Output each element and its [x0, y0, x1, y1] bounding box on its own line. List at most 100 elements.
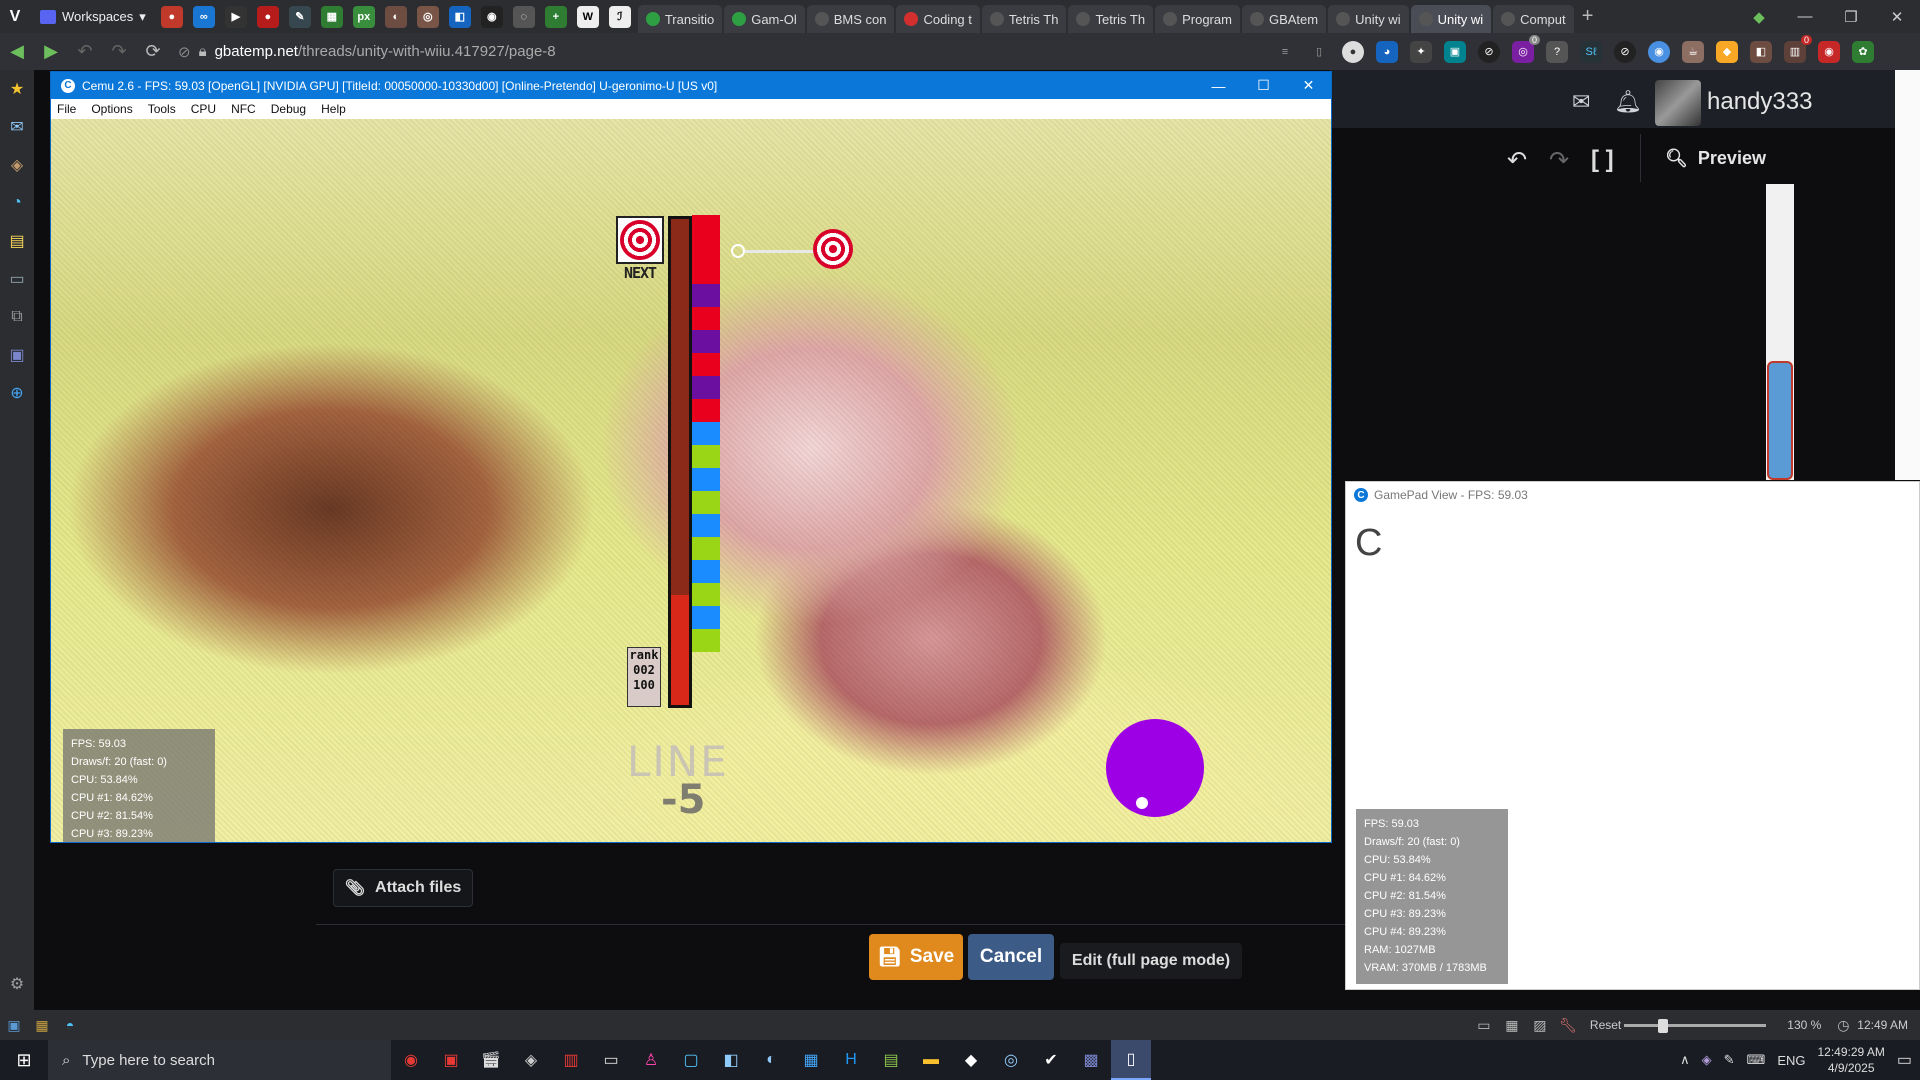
bell-icon[interactable]: 🔔︎: [1614, 89, 1642, 115]
browser-tab[interactable]: Coding t: [896, 5, 980, 33]
block-extension-icon[interactable]: ⊘: [1478, 40, 1500, 63]
pinned-tab-12[interactable]: ◌: [512, 5, 535, 28]
help-icon[interactable]: ?: [1546, 40, 1568, 63]
app-taskbar-icon-18[interactable]: ▩: [1071, 1040, 1111, 1080]
pinned-tab-2[interactable]: ∞: [192, 5, 215, 28]
terminal-taskbar-icon[interactable]: ▭: [591, 1040, 631, 1080]
forward-icon[interactable]: ▶: [34, 33, 68, 70]
extension-2-icon[interactable]: ✦: [1410, 40, 1432, 63]
app-taskbar-icon-12[interactable]: H: [831, 1040, 871, 1080]
keyboard-icon[interactable]: ⌨: [1747, 1052, 1766, 1068]
browser-tab[interactable]: Unity wi: [1328, 5, 1409, 33]
rewind-icon[interactable]: ↶: [68, 33, 102, 70]
panel-toggle-icon[interactable]: ▣: [0, 1013, 28, 1037]
workspaces-button[interactable]: Workspaces ▾: [30, 0, 156, 33]
voicemeeter-taskbar-icon[interactable]: ▣: [431, 1040, 471, 1080]
windows-start-icon[interactable]: ⊞: [0, 1040, 48, 1080]
notepad-taskbar-icon[interactable]: ▤: [871, 1040, 911, 1080]
checkmark-app-taskbar-icon[interactable]: ✔: [1031, 1040, 1071, 1080]
profile-icon[interactable]: ●: [1342, 40, 1364, 63]
tiling-icon[interactable]: ▦: [1498, 1013, 1526, 1037]
menu-tools[interactable]: Tools: [148, 102, 176, 116]
block-icon[interactable]: ⊘: [178, 43, 191, 61]
tray-gamepad-icon[interactable]: ◈: [1702, 1052, 1712, 1068]
fullscreen-icon[interactable]: [ ]: [1591, 146, 1614, 174]
game-viewport[interactable]: NEXT rank 002 100 LINE -5 FPS: 59.03 Dra…: [51, 119, 1331, 842]
menu-file[interactable]: File: [57, 102, 76, 116]
browser-tab[interactable]: Tetris Th: [981, 5, 1067, 33]
fast-forward-icon[interactable]: ↷: [102, 33, 136, 70]
cemu-close-button[interactable]: ✕: [1286, 72, 1331, 99]
full-page-mode-button[interactable]: Edit (full page mode): [1060, 943, 1242, 979]
calculator-taskbar-icon[interactable]: ▦: [791, 1040, 831, 1080]
restore-button[interactable]: ❐: [1828, 0, 1874, 33]
zoom-slider-knob[interactable]: [1658, 1019, 1668, 1033]
add-panel-icon[interactable]: ⊕: [0, 374, 34, 412]
extension-5-icon[interactable]: ◆: [1716, 40, 1738, 63]
username[interactable]: handy333: [1707, 88, 1812, 116]
nocoin-icon[interactable]: ⊘: [1614, 40, 1636, 63]
menu-debug[interactable]: Debug: [271, 102, 306, 116]
browser-tab[interactable]: Unity wi: [1410, 5, 1492, 33]
app-taskbar-icon-9[interactable]: ◧: [711, 1040, 751, 1080]
pinned-tab-13[interactable]: +: [544, 5, 567, 28]
pinned-tab-5[interactable]: ✎: [288, 5, 311, 28]
remote-desktop-taskbar-icon[interactable]: ▢: [671, 1040, 711, 1080]
tools-icon[interactable]: 🔧︎: [1554, 1013, 1582, 1037]
extension-6-icon[interactable]: ◧: [1750, 40, 1772, 63]
extension-4-icon[interactable]: ☕︎: [1682, 40, 1704, 63]
pinned-tab-1[interactable]: ●: [160, 5, 183, 28]
pinned-tab-9[interactable]: ◎: [416, 5, 439, 28]
menu-options[interactable]: Options: [91, 102, 132, 116]
browser-tab[interactable]: Comput: [1493, 5, 1574, 33]
cemu-title-bar[interactable]: C Cemu 2.6 - FPS: 59.03 [OpenGL] [NVIDIA…: [51, 72, 1331, 99]
language-indicator[interactable]: ENG: [1777, 1053, 1805, 1068]
steam-taskbar-icon[interactable]: ◎: [991, 1040, 1031, 1080]
undo-icon[interactable]: ↶: [1507, 146, 1527, 175]
extension-1-icon[interactable]: ◕: [1376, 40, 1398, 63]
gamepad-title-bar[interactable]: C GamePad View - FPS: 59.03: [1346, 482, 1920, 508]
new-tab-button[interactable]: +: [1574, 3, 1602, 31]
taskbar-search-input[interactable]: ⌕ Type here to search: [48, 1040, 391, 1080]
github-tab-icon[interactable]: ◉: [480, 5, 503, 28]
vpn-taskbar-icon[interactable]: ◈: [511, 1040, 551, 1080]
redo-icon[interactable]: ↷: [1549, 146, 1569, 175]
avatar[interactable]: [1655, 80, 1701, 126]
reader-view-icon[interactable]: ≡: [1274, 41, 1296, 63]
vivaldi-taskbar-icon[interactable]: ◉: [391, 1040, 431, 1080]
tray-chevron-icon[interactable]: ∧: [1680, 1052, 1690, 1068]
browser-tab[interactable]: BMS con: [806, 5, 895, 33]
cemu-minimize-button[interactable]: —: [1196, 72, 1241, 99]
zoom-slider[interactable]: [1624, 1019, 1766, 1033]
status-extension-icon[interactable]: ▦: [28, 1013, 56, 1037]
save-button[interactable]: 💾︎ Save: [869, 934, 963, 980]
capture-icon[interactable]: ▭: [1470, 1013, 1498, 1037]
browser-tab[interactable]: Tetris Th: [1068, 5, 1154, 33]
cemu-maximize-button[interactable]: ☐: [1241, 72, 1286, 99]
reload-icon[interactable]: ⟳: [136, 33, 170, 70]
pinned-tab-4[interactable]: ●: [256, 5, 279, 28]
pen-icon[interactable]: ✎: [1724, 1052, 1735, 1068]
game-character-taskbar-icon[interactable]: ♙: [631, 1040, 671, 1080]
editor-scroll-thumb[interactable]: [1767, 361, 1793, 480]
mail-panel-icon[interactable]: ✉: [0, 108, 34, 146]
panel-settings-icon[interactable]: ⚙: [0, 965, 34, 1003]
bookmarks-panel-icon[interactable]: ★: [0, 70, 34, 108]
pinned-tab-15[interactable]: ℐ: [608, 5, 631, 28]
browser-tab[interactable]: Transitio: [637, 5, 723, 33]
notifications-icon[interactable]: ▭: [1897, 1050, 1912, 1070]
flashcards-taskbar-icon[interactable]: ▥: [551, 1040, 591, 1080]
mail-icon[interactable]: ✉: [1572, 89, 1590, 115]
back-icon[interactable]: ◀: [0, 33, 34, 70]
panel-8-icon[interactable]: ▣: [0, 336, 34, 374]
browser-tab[interactable]: Gam-Ol: [724, 5, 805, 33]
history-panel-icon[interactable]: ◔: [0, 184, 34, 222]
extension-8-icon[interactable]: ◉: [1818, 40, 1840, 63]
extension-7-icon[interactable]: ▥ 0: [1784, 34, 1812, 63]
save-extension-icon[interactable]: ▣: [1444, 40, 1466, 63]
film-taskbar-icon[interactable]: 🎬︎: [471, 1040, 511, 1080]
stylus-icon[interactable]: Sℓ: [1580, 40, 1602, 63]
pinned-tab-6[interactable]: ▦: [320, 5, 343, 28]
pinned-tab-3[interactable]: ▶: [224, 5, 247, 28]
extension-9-icon[interactable]: ✿: [1852, 40, 1874, 63]
